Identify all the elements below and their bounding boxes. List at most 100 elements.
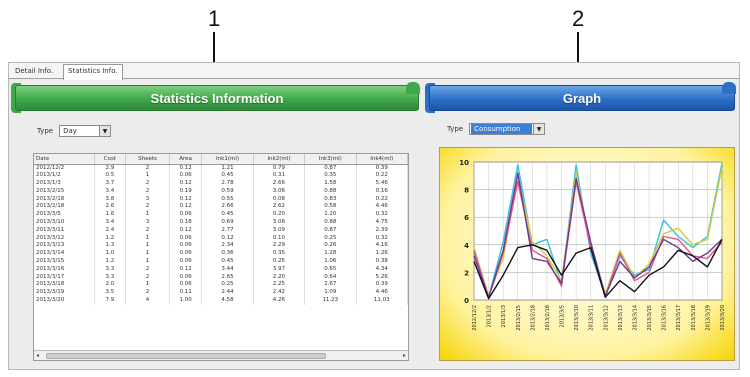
table-cell: 0.69	[201, 219, 254, 227]
scroll-right-icon[interactable]: ▸	[403, 352, 406, 359]
table-cell: 2.6	[94, 203, 127, 212]
table-cell: 0.45	[201, 172, 254, 181]
table-row[interactable]: 2013/3/20 7.9 4 1.00 4.58 4.26 11.23 11.03	[34, 297, 408, 305]
table-cell: 1	[125, 281, 170, 290]
table-cell: 0.26	[304, 242, 357, 251]
table-cell: 0.25	[253, 258, 306, 266]
stats-type-select[interactable]: Day ▼	[59, 125, 112, 137]
table-row[interactable]: 2013/1/2 0.5 1 0.06 0.45 0.31 0.35 0.22	[34, 172, 408, 181]
tab-detail-info[interactable]: Detail Info.	[11, 65, 57, 79]
table-cell: 1.3	[94, 242, 127, 251]
table-cell: 2013/3/13	[34, 242, 95, 251]
table-cell: 1.6	[94, 211, 127, 220]
table-cell: 2013/2/18	[34, 203, 95, 212]
y-tick-label: 0	[464, 297, 469, 305]
table-cell: 0.06	[169, 250, 203, 259]
consumption-line-chart: 0 2 4 6 8 10 2012/12/2 2013/1/2 2013/1/3 2013/2/1…	[459, 159, 726, 331]
table-cell: 1	[125, 242, 170, 251]
table-row[interactable]: 2013/3/10 3.4 3 0.18 0.69 3.06 0.88 4.75	[34, 219, 408, 227]
table-cell: 2.0	[94, 281, 127, 290]
table-cell: 0.12	[169, 164, 203, 173]
column-header[interactable]: Ink3(ml)	[304, 154, 357, 165]
graph-type-label: Type	[447, 125, 464, 133]
table-row[interactable]: 2013/2/15 3.4 2 0.19 0.59 3.06 0.88 0.16	[34, 187, 408, 196]
table-cell: 0.22	[356, 172, 408, 181]
graph-header: Graph	[429, 82, 736, 111]
table-cell: 0.12	[169, 203, 203, 212]
table-cell: 0.10	[253, 234, 306, 243]
table-row[interactable]: 2013/3/18 2.0 1 0.06 0.25 2.25 2.67 0.39	[34, 281, 408, 290]
chevron-down-icon[interactable]: ▼	[533, 124, 545, 134]
table-cell: 2013/2/18	[34, 195, 95, 204]
column-header[interactable]: Ink4(ml)	[356, 154, 408, 165]
table-row[interactable]: 2013/3/11 2.4 2 0.12 2.77 3.09 0.87 2.39	[34, 226, 408, 235]
table-cell: 1	[125, 250, 170, 259]
table-row[interactable]: 2013/2/18 2.6 2 0.12 2.66 2.62 0.58 4.46	[34, 203, 408, 212]
table-cell: 2.77	[201, 226, 254, 235]
table-cell: 2013/3/20	[34, 297, 95, 305]
tab-statistics-info[interactable]: Statistics Info.	[63, 64, 123, 80]
table-row[interactable]: 2013/3/13 1.3 1 0.06 2.34 2.29 0.26 4.16	[34, 242, 408, 251]
table-cell: 2	[125, 187, 170, 196]
callout-2: 2	[572, 6, 585, 31]
x-tick-label: 2013/3/18	[691, 305, 697, 331]
table-cell: 1.2	[94, 258, 127, 266]
column-header[interactable]: Sheets	[125, 154, 170, 165]
x-tick-label: 2013/3/19	[705, 305, 711, 331]
table-cell: 0.12	[169, 265, 203, 274]
statistics-header: Statistics Information	[15, 82, 420, 111]
table-cell: 5.46	[356, 180, 408, 188]
graph-type-select[interactable]: Consumption ▼	[469, 123, 546, 135]
table-row[interactable]: 2013/3/14 1.0 1 0.06 0.36 0.35 1.28 1.26	[34, 250, 408, 259]
stats-type-label: Type	[37, 127, 54, 135]
table-cell: 3.5	[94, 289, 127, 298]
table-cell: 3.3	[94, 265, 127, 274]
table-cell: 2013/3/14	[34, 250, 95, 259]
table-row[interactable]: 2013/3/5 1.6 1 0.06 0.45 0.20 1.20 0.32	[34, 211, 408, 220]
y-tick-label: 10	[459, 159, 469, 167]
table-row[interactable]: 2013/3/19 3.5 2 0.11 2.44 2.42 1.09 4.46	[34, 289, 408, 298]
table-cell: 0.39	[356, 281, 408, 290]
table-cell: 1.09	[304, 289, 357, 298]
table-cell: 2013/3/12	[34, 234, 95, 243]
table-cell: 2	[125, 180, 170, 188]
table-cell: 1	[125, 172, 170, 181]
table-cell: 0.58	[304, 203, 357, 212]
table-row[interactable]: 2013/3/17 3.3 2 0.06 2.65 2.20 0.64 5.26	[34, 273, 408, 282]
column-header[interactable]: Ink2(ml)	[253, 154, 306, 165]
chevron-down-icon[interactable]: ▼	[99, 126, 111, 136]
table-cell: 0.11	[169, 289, 203, 298]
table-row[interactable]: 2012/12/2 2.9 2 0.12 1.21 0.79 0.87 0.39	[34, 164, 408, 173]
table-cell: 0.32	[356, 234, 408, 243]
table-cell: 0.32	[356, 211, 408, 220]
table-row[interactable]: 2013/3/16 3.3 2 0.12 3.44 3.97 0.65 4.34	[34, 265, 408, 274]
table-cell: 3.8	[94, 195, 127, 204]
column-header[interactable]: Cost	[94, 154, 127, 165]
table-header-row: Date Cost Sheets Area Ink1(ml) Ink2(ml) Ink3(m…	[34, 154, 408, 165]
table-row[interactable]: 2013/1/3 3.7 2 0.12 2.78 2.66 1.58 5.46	[34, 180, 408, 188]
table-row[interactable]: 2013/2/18 3.8 3 0.12 0.55 0.08 0.83 0.22	[34, 195, 408, 204]
column-header[interactable]: Ink1(ml)	[201, 154, 254, 165]
table-cell: 0.65	[304, 265, 357, 274]
table-cell: 2013/3/5	[34, 211, 95, 220]
x-tick-label: 2013/3/17	[676, 305, 682, 331]
graph-type-value: Consumption	[471, 124, 533, 134]
table-row[interactable]: 2013/3/12 1.2 1 0.06 0.12 0.10 0.25 0.32	[34, 234, 408, 243]
table-cell: 0.18	[169, 219, 203, 227]
table-cell: 2	[125, 289, 170, 298]
table-cell: 3.06	[253, 219, 306, 227]
table-row[interactable]: 2013/3/15 1.2 1 0.06 0.45 0.25 1.06 0.38	[34, 258, 408, 266]
y-tick-label: 8	[464, 187, 469, 195]
scroll-left-icon[interactable]: ◂	[36, 352, 39, 359]
table-cell: 0.87	[304, 226, 357, 235]
column-header[interactable]: Date	[34, 154, 95, 165]
statistics-table: Date Cost Sheets Area Ink1(ml) Ink2(ml) Ink3(m…	[33, 153, 409, 361]
column-header[interactable]: Area	[169, 154, 203, 165]
table-cell: 0.36	[201, 250, 254, 259]
table-cell: 0.88	[304, 187, 357, 196]
table-cell: 0.16	[356, 187, 408, 196]
table-cell: 2.42	[253, 289, 306, 298]
table-cell: 0.06	[169, 172, 203, 181]
horizontal-scrollbar[interactable]: ◂ ▸	[34, 350, 408, 360]
scrollbar-thumb[interactable]	[46, 353, 326, 359]
